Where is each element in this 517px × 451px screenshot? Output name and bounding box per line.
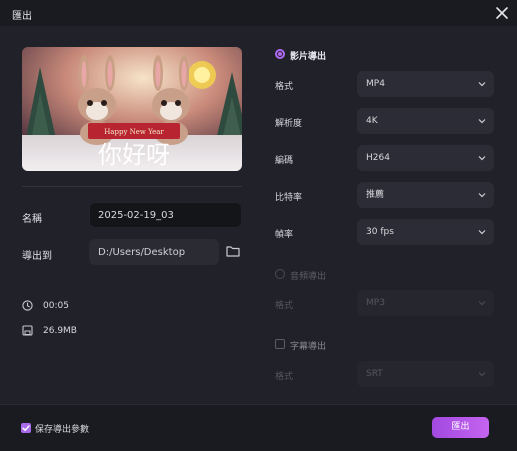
preview-caption: 你好呀	[98, 141, 170, 169]
resolution-select[interactable]: 4K	[357, 108, 494, 134]
subtitle-format-label: 格式	[275, 372, 294, 382]
chevron-down-icon	[478, 301, 486, 306]
export-to-label: 導出到	[22, 251, 52, 262]
subtitle-export-checkbox[interactable]	[275, 339, 285, 349]
path-input[interactable]: D:/Users/Desktop	[89, 239, 219, 265]
clock-icon	[22, 300, 33, 311]
duration-row: 00:05	[22, 300, 69, 311]
audio-export-radio[interactable]	[275, 269, 285, 279]
framerate-value: 30 fps	[366, 227, 394, 237]
video-export-radio[interactable]	[275, 49, 285, 59]
bitrate-value: 推薦	[366, 190, 385, 200]
audio-format-value: MP3	[366, 298, 385, 308]
video-export-label: 影片導出	[290, 52, 327, 62]
save-params-label: 保存導出參數	[35, 425, 90, 435]
export-button[interactable]: 匯出	[432, 417, 489, 438]
subtitle-format-value: SRT	[366, 369, 383, 379]
name-label: 名稱	[22, 214, 42, 225]
title-bar: 匯出	[0, 0, 517, 26]
name-input[interactable]: 2025-02-19_03	[89, 202, 242, 228]
audio-format-select[interactable]: MP3	[357, 290, 494, 316]
banner-text: Happy New Year	[104, 128, 164, 136]
video-preview: Happy New Year 你好呀	[22, 47, 242, 171]
divider	[22, 186, 242, 187]
chevron-down-icon	[478, 82, 486, 87]
export-dialog: 匯出 Happy New Year 你好呀 名稱 2025-02-19_03 導…	[0, 0, 517, 451]
chevron-down-icon	[478, 230, 486, 235]
audio-export-label: 音頻導出	[290, 272, 327, 282]
encoding-select[interactable]: H264	[357, 145, 494, 171]
folder-icon[interactable]	[226, 245, 240, 257]
format-select[interactable]: MP4	[357, 71, 494, 97]
audio-format-label: 格式	[275, 301, 294, 311]
chevron-down-icon	[478, 156, 486, 161]
encoding-label: 編碼	[275, 156, 294, 166]
bitrate-select[interactable]: 推薦	[357, 182, 494, 208]
format-label: 格式	[275, 82, 294, 92]
encoding-value: H264	[366, 153, 390, 163]
size-row: 26.9MB	[22, 325, 77, 336]
format-value: MP4	[366, 79, 385, 89]
close-icon[interactable]	[493, 4, 511, 22]
resolution-label: 解析度	[275, 119, 303, 129]
duration-value: 00:05	[43, 300, 69, 311]
chevron-down-icon	[478, 119, 486, 124]
subtitle-export-label: 字幕導出	[290, 342, 327, 352]
framerate-label: 幀率	[275, 230, 294, 240]
size-value: 26.9MB	[43, 325, 77, 336]
dialog-title: 匯出	[12, 11, 32, 22]
preview-image: Happy New Year 你好呀	[22, 47, 242, 171]
chevron-down-icon	[478, 193, 486, 198]
framerate-select[interactable]: 30 fps	[357, 219, 494, 245]
bitrate-label: 比特率	[275, 193, 303, 203]
save-disk-icon	[22, 325, 33, 336]
check-icon	[22, 425, 30, 432]
save-params-checkbox[interactable]	[21, 423, 31, 433]
resolution-value: 4K	[366, 116, 378, 126]
subtitle-format-select[interactable]: SRT	[357, 361, 494, 387]
chevron-down-icon	[478, 372, 486, 377]
